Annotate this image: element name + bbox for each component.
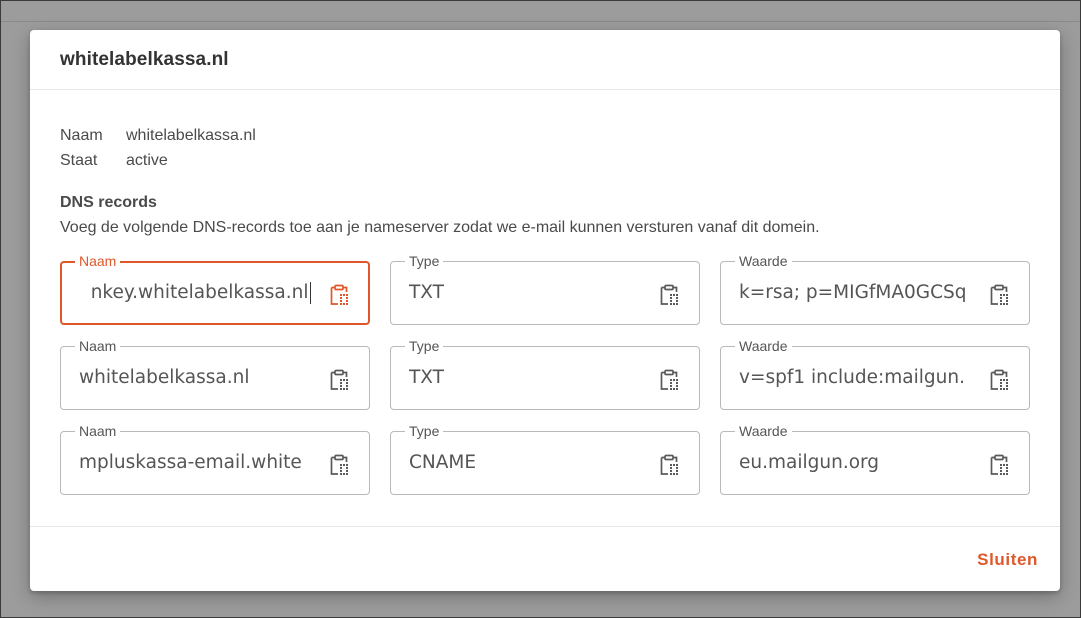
record-2-waarde-field[interactable]: Waarde v=spf1 include:mailgun.: [720, 337, 1030, 410]
info-value: active: [126, 152, 168, 169]
record-3-naam-field[interactable]: Naam mpluskassa-email.white: [60, 422, 370, 495]
dns-section-title: DNS records: [60, 194, 157, 211]
dialog-title: whitelabelkassa.nl: [60, 48, 229, 70]
record-1-waarde-field[interactable]: Waarde k=rsa; p=MIGfMA0GCSq: [720, 252, 1030, 325]
field-value[interactable]: eu.mailgun.org: [739, 432, 971, 494]
dialog-footer-divider: [30, 526, 1060, 527]
domain-dialog: whitelabelkassa.nl Naam whitelabelkassa.…: [30, 30, 1060, 591]
clipboard-copy-icon[interactable]: [327, 283, 351, 307]
field-value[interactable]: v=spf1 include:mailgun.: [739, 347, 971, 409]
clipboard-copy-icon[interactable]: [987, 453, 1011, 477]
info-row-naam: Naam whitelabelkassa.nl: [60, 123, 256, 148]
field-value[interactable]: mpluskassa-email.white: [79, 432, 311, 494]
clipboard-copy-icon[interactable]: [987, 283, 1011, 307]
field-value[interactable]: TXT: [409, 262, 641, 324]
field-value[interactable]: TXT: [409, 347, 641, 409]
dns-section-description: Voeg de volgende DNS-records toe aan je …: [60, 219, 820, 236]
info-value: whitelabelkassa.nl: [126, 127, 256, 144]
clipboard-copy-icon[interactable]: [327, 368, 351, 392]
field-value[interactable]: nkey.whitelabelkassa.nl: [79, 262, 311, 324]
clipboard-copy-icon[interactable]: [327, 453, 351, 477]
close-button[interactable]: Sluiten: [977, 548, 1038, 572]
clipboard-copy-icon[interactable]: [657, 283, 681, 307]
field-value[interactable]: k=rsa; p=MIGfMA0GCSq: [739, 262, 971, 324]
record-3-waarde-field[interactable]: Waarde eu.mailgun.org: [720, 422, 1030, 495]
record-1-type-field[interactable]: Type TXT: [390, 252, 700, 325]
record-2-type-field[interactable]: Type TXT: [390, 337, 700, 410]
info-key: Staat: [60, 152, 98, 169]
clipboard-copy-icon[interactable]: [987, 368, 1011, 392]
field-value[interactable]: whitelabelkassa.nl: [79, 347, 311, 409]
info-row-staat: Staat active: [60, 148, 256, 173]
record-1-naam-field[interactable]: Naam nkey.whitelabelkassa.nl: [60, 252, 370, 325]
backdrop-divider: [1, 21, 1080, 22]
info-key: Naam: [60, 127, 103, 144]
text-caret: [309, 282, 311, 304]
clipboard-copy-icon[interactable]: [657, 453, 681, 477]
record-3-type-field[interactable]: Type CNAME: [390, 422, 700, 495]
field-value[interactable]: CNAME: [409, 432, 641, 494]
dialog-header: whitelabelkassa.nl: [30, 30, 1060, 90]
domain-info: Naam whitelabelkassa.nl Staat active: [60, 123, 256, 173]
record-2-naam-field[interactable]: Naam whitelabelkassa.nl: [60, 337, 370, 410]
clipboard-copy-icon[interactable]: [657, 368, 681, 392]
